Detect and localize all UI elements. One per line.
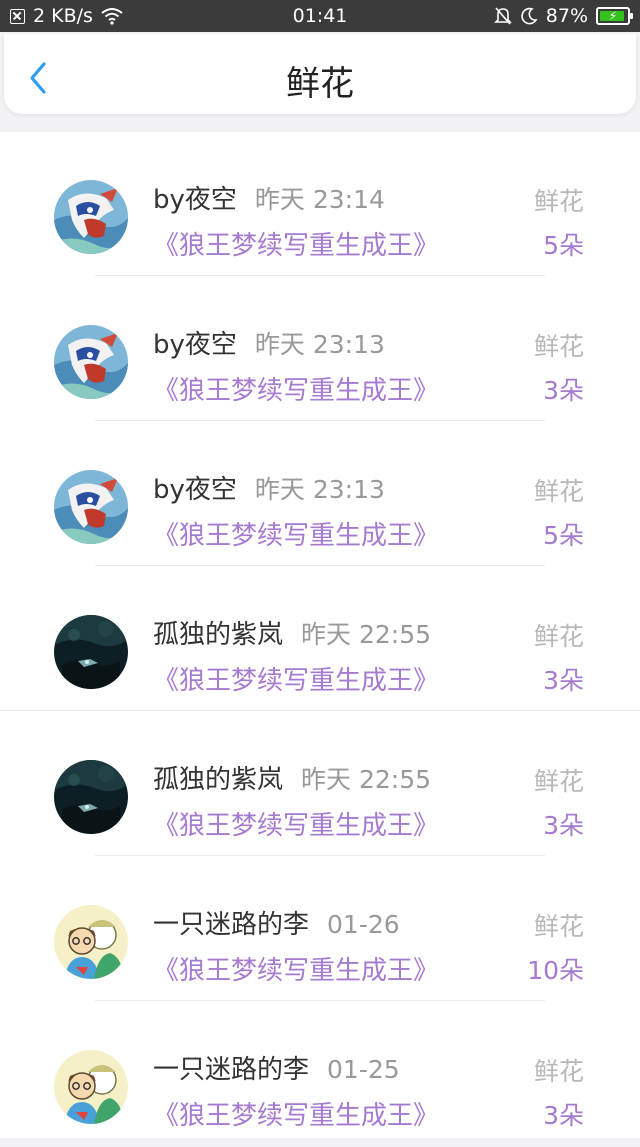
divider bbox=[95, 565, 545, 566]
user-name-text: 一只迷路的李 bbox=[153, 1055, 310, 1085]
divider bbox=[95, 1000, 545, 1001]
gift-type-label: 鲜花 bbox=[533, 767, 584, 796]
divider bbox=[95, 420, 545, 421]
gift-count: 5朵 bbox=[543, 231, 584, 260]
gift-type-label: 鲜花 bbox=[533, 1057, 584, 1086]
gift-type-label: 鲜花 bbox=[533, 622, 584, 651]
header: 鲜花 bbox=[4, 34, 636, 114]
battery-icon: ⚡ bbox=[596, 7, 633, 25]
flower-record-list: by夜空 昨天 23:14 《狼王梦续写重生成王》 鲜花 5朵 by夜空 昨天 23:13… bbox=[0, 132, 640, 1138]
battery-percent: 87% bbox=[545, 5, 588, 27]
user-name-text: by夜空 bbox=[153, 185, 237, 215]
book-title-link[interactable]: 《狼王梦续写重生成王》 bbox=[153, 805, 439, 842]
timestamp: 昨天 23:14 bbox=[254, 185, 385, 214]
book-title-link[interactable]: 《狼王梦续写重生成王》 bbox=[153, 370, 439, 407]
user-name-text: by夜空 bbox=[153, 475, 237, 505]
gift-count: 3朵 bbox=[543, 1101, 584, 1130]
gift-type-label: 鲜花 bbox=[533, 187, 584, 216]
timestamp: 昨天 22:55 bbox=[301, 620, 432, 649]
divider bbox=[95, 855, 545, 856]
avatar[interactable] bbox=[54, 470, 128, 544]
mute-bell-icon bbox=[493, 7, 512, 25]
avatar[interactable] bbox=[54, 180, 128, 254]
avatar[interactable] bbox=[54, 1050, 128, 1124]
divider bbox=[0, 710, 640, 711]
gift-count: 5朵 bbox=[543, 521, 584, 550]
avatar[interactable] bbox=[54, 615, 128, 689]
book-title-link[interactable]: 《狼王梦续写重生成王》 bbox=[153, 660, 439, 697]
avatar[interactable] bbox=[54, 325, 128, 399]
book-title-link[interactable]: 《狼王梦续写重生成王》 bbox=[153, 225, 439, 262]
user-name-text: by夜空 bbox=[153, 330, 237, 360]
avatar[interactable] bbox=[54, 905, 128, 979]
timestamp: 01-26 bbox=[327, 910, 400, 939]
book-title-link[interactable]: 《狼王梦续写重生成王》 bbox=[153, 950, 439, 987]
moon-icon bbox=[521, 7, 538, 25]
gift-type-label: 鲜花 bbox=[533, 332, 584, 361]
gift-type-label: 鲜花 bbox=[533, 477, 584, 506]
user-name: 一只迷路的李 01-25 bbox=[153, 1049, 400, 1086]
list-item[interactable]: by夜空 昨天 23:13 《狼王梦续写重生成王》 鲜花 5朵 bbox=[0, 422, 640, 567]
divider bbox=[95, 275, 545, 276]
user-name: 一只迷路的李 01-26 bbox=[153, 904, 400, 941]
user-name-text: 一只迷路的李 bbox=[153, 910, 310, 940]
timestamp: 昨天 23:13 bbox=[254, 330, 385, 359]
timestamp: 昨天 22:55 bbox=[301, 765, 432, 794]
gift-count: 3朵 bbox=[543, 666, 584, 695]
list-item[interactable]: 孤独的紫岚 昨天 22:55 《狼王梦续写重生成王》 鲜花 3朵 bbox=[0, 567, 640, 712]
gift-count: 10朵 bbox=[527, 956, 584, 985]
user-name: by夜空 昨天 23:13 bbox=[153, 324, 385, 361]
page-title: 鲜花 bbox=[286, 64, 354, 104]
timestamp: 01-25 bbox=[327, 1055, 400, 1084]
list-item[interactable]: 一只迷路的李 01-25 《狼王梦续写重生成王》 鲜花 3朵 bbox=[0, 1002, 640, 1147]
user-name: 孤独的紫岚 昨天 22:55 bbox=[153, 614, 431, 651]
list-item[interactable]: 一只迷路的李 01-26 《狼王梦续写重生成王》 鲜花 10朵 bbox=[0, 857, 640, 1002]
user-name: 孤独的紫岚 昨天 22:55 bbox=[153, 759, 431, 796]
status-bar: 2 KB/s 01:41 87% ⚡ bbox=[0, 0, 640, 32]
gift-count: 3朵 bbox=[543, 376, 584, 405]
user-name: by夜空 昨天 23:13 bbox=[153, 469, 385, 506]
user-name: by夜空 昨天 23:14 bbox=[153, 179, 385, 216]
gift-type-label: 鲜花 bbox=[533, 912, 584, 941]
user-name-text: 孤独的紫岚 bbox=[153, 765, 284, 795]
book-title-link[interactable]: 《狼王梦续写重生成王》 bbox=[153, 515, 439, 552]
user-name-text: 孤独的紫岚 bbox=[153, 620, 284, 650]
gift-count: 3朵 bbox=[543, 811, 584, 840]
timestamp: 昨天 23:13 bbox=[254, 475, 385, 504]
list-item[interactable]: 孤独的紫岚 昨天 22:55 《狼王梦续写重生成王》 鲜花 3朵 bbox=[0, 712, 640, 857]
avatar[interactable] bbox=[54, 760, 128, 834]
list-item[interactable]: by夜空 昨天 23:14 《狼王梦续写重生成王》 鲜花 5朵 bbox=[0, 132, 640, 277]
list-item[interactable]: by夜空 昨天 23:13 《狼王梦续写重生成王》 鲜花 3朵 bbox=[0, 277, 640, 422]
book-title-link[interactable]: 《狼王梦续写重生成王》 bbox=[153, 1095, 439, 1132]
